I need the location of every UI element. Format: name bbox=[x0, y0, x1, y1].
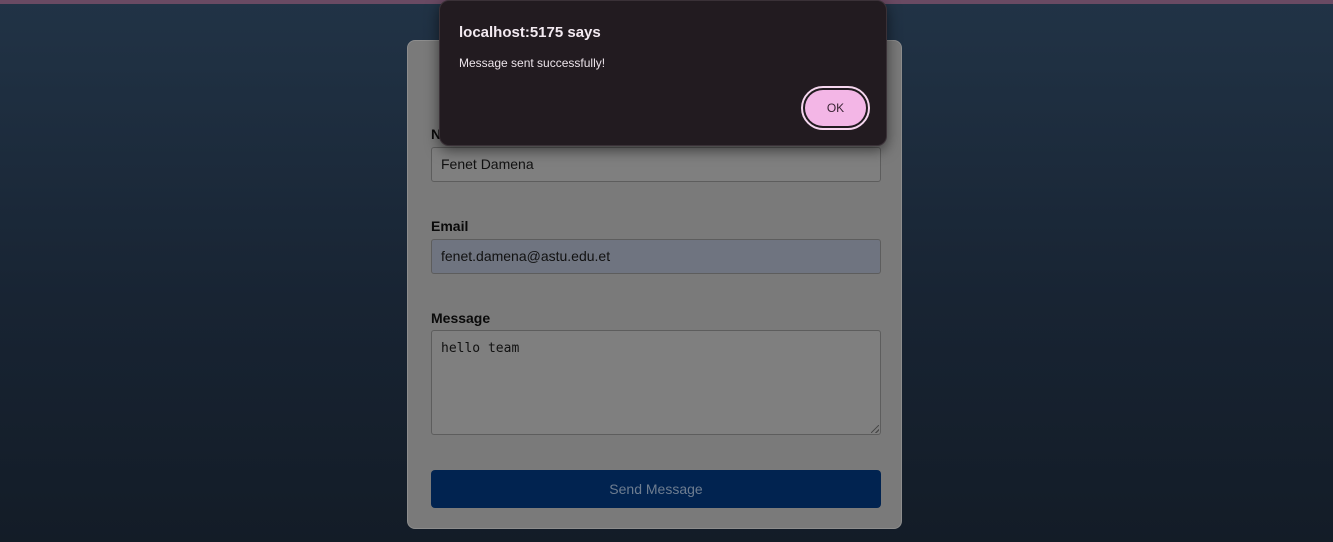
message-textarea[interactable]: hello team bbox=[431, 330, 881, 435]
dialog-message: Message sent successfully! bbox=[459, 56, 606, 70]
message-label: Message bbox=[431, 310, 491, 326]
alert-dialog: localhost:5175 says Message sent success… bbox=[439, 0, 887, 146]
email-input[interactable]: fenet.damena@astu.edu.et bbox=[431, 239, 881, 274]
dialog-title: localhost:5175 says bbox=[459, 24, 601, 41]
resize-grip-icon[interactable] bbox=[871, 425, 879, 433]
send-message-button[interactable]: Send Message bbox=[431, 470, 881, 508]
ok-button[interactable]: OK bbox=[801, 86, 870, 130]
name-input[interactable]: Fenet Damena bbox=[431, 147, 881, 182]
message-text: hello team bbox=[441, 341, 520, 356]
email-label: Email bbox=[431, 218, 469, 234]
ok-button-label: OK bbox=[805, 90, 866, 126]
